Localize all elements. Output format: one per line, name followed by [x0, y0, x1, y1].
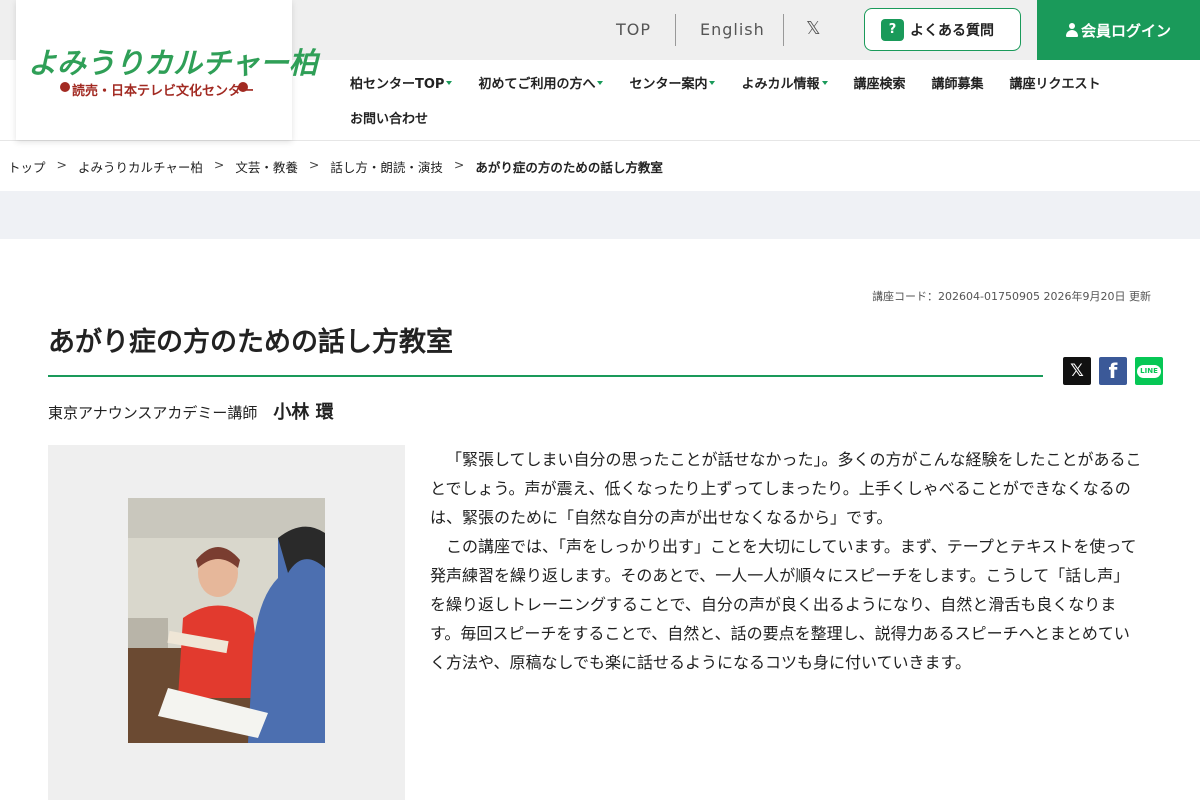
instructor: 東京アナウンスアカデミー講師 小林 環 — [48, 398, 334, 424]
faq-label: よくある質問 — [910, 22, 994, 39]
nav-label: 柏センターTOP — [350, 77, 445, 92]
course-meta: 講座コード：202604-01750905 2026年9月20日 更新 — [872, 290, 1151, 303]
breadcrumb: トップ > よみうりカルチャー柏 > 文芸・教養 > 話し方・朗読・演技 > あ… — [8, 157, 663, 176]
gray-band — [0, 191, 1200, 239]
divider — [675, 14, 676, 46]
nav-item-contact[interactable]: お問い合わせ — [350, 108, 428, 127]
course-description: 「緊張してしまい自分の思ったことが話せなかった」。多くの方がこんな経験をしたこと… — [430, 445, 1142, 677]
top-link[interactable]: TOP — [616, 20, 651, 39]
chevron-down-icon — [709, 80, 716, 85]
nav-label: 初めてご利用の方へ — [478, 77, 596, 92]
english-link[interactable]: English — [700, 20, 765, 39]
divider — [783, 14, 784, 46]
nav-item-course-request[interactable]: 講座リクエスト — [1010, 73, 1101, 92]
nav-item-first-time[interactable]: 初めてご利用の方へ — [478, 73, 604, 92]
breadcrumb-current: あがり症の方のための話し方教室 — [475, 160, 663, 175]
nav-item-center-guide[interactable]: センター案内 — [629, 73, 716, 92]
breadcrumb-separator: > — [308, 157, 320, 172]
faq-button[interactable]: ? よくある質問 — [864, 8, 1021, 51]
nav-item-kashiwa-top[interactable]: 柏センターTOP — [350, 73, 453, 92]
nav-label: 講座リクエスト — [1009, 77, 1101, 92]
nav-item-yomikal-info[interactable]: よみカル情報 — [741, 73, 828, 92]
nav-item-instructor-recruit[interactable]: 講師募集 — [932, 73, 984, 92]
nav-item-course-search[interactable]: 講座検索 — [854, 73, 906, 92]
global-nav: 柏センターTOP 初めてご利用の方へ センター案内 よみカル情報 講座検索 講師… — [350, 73, 1127, 92]
nav-label: 講座検索 — [853, 77, 906, 92]
breadcrumb-separator: > — [453, 157, 465, 172]
chevron-down-icon — [597, 80, 604, 85]
user-icon — [1065, 23, 1078, 37]
nav-label: センター案内 — [629, 77, 708, 92]
logo-dot-right — [238, 82, 248, 92]
share-facebook-icon[interactable]: f — [1099, 357, 1127, 385]
login-label: 会員ログイン — [1080, 21, 1171, 40]
site-logo[interactable]: よみうりカルチャー柏 読売・日本テレビ文化センター — [16, 0, 318, 140]
question-icon: ? — [881, 18, 904, 41]
nav-label: 講師募集 — [931, 77, 984, 92]
logo-title: よみうりカルチャー柏 — [28, 46, 318, 80]
logo-subtitle: 読売・日本テレビ文化センター — [72, 84, 255, 99]
global-nav-row2: お問い合わせ — [350, 108, 454, 127]
course-photo — [128, 498, 325, 743]
description-paragraph: 「緊張してしまい自分の思ったことが話せなかった」。多くの方がこんな経験をしたこと… — [430, 450, 1142, 527]
page-title: あがり症の方のための話し方教室 — [48, 327, 453, 358]
instructor-affiliation: 東京アナウンスアカデミー講師 — [48, 404, 258, 422]
header-divider — [0, 140, 1200, 141]
line-label: LINE — [1137, 364, 1161, 378]
x-icon[interactable]: 𝕏 — [806, 18, 821, 39]
breadcrumb-link[interactable]: よみうりカルチャー柏 — [78, 157, 203, 176]
description-paragraph: この講座では、「声をしっかり出す」ことを大切にしています。まず、テープとテキスト… — [430, 537, 1137, 672]
breadcrumb-link[interactable]: 文芸・教養 — [235, 157, 298, 176]
chevron-down-icon — [821, 80, 828, 85]
member-login-button[interactable]: 会員ログイン — [1037, 0, 1200, 60]
share-x-icon[interactable]: 𝕏 — [1063, 357, 1091, 385]
nav-label: よみカル情報 — [741, 77, 820, 92]
breadcrumb-link[interactable]: 話し方・朗読・演技 — [330, 157, 443, 176]
logo-dot-left — [60, 82, 70, 92]
nav-label: お問い合わせ — [350, 112, 429, 127]
share-line-icon[interactable]: LINE — [1135, 357, 1163, 385]
chevron-down-icon — [446, 80, 453, 85]
breadcrumb-separator: > — [56, 157, 67, 172]
breadcrumb-separator: > — [213, 157, 225, 172]
breadcrumb-link[interactable]: トップ — [8, 157, 46, 176]
instructor-name: 小林 環 — [273, 402, 334, 423]
photo-panel — [48, 445, 405, 800]
title-underline — [48, 375, 1043, 377]
